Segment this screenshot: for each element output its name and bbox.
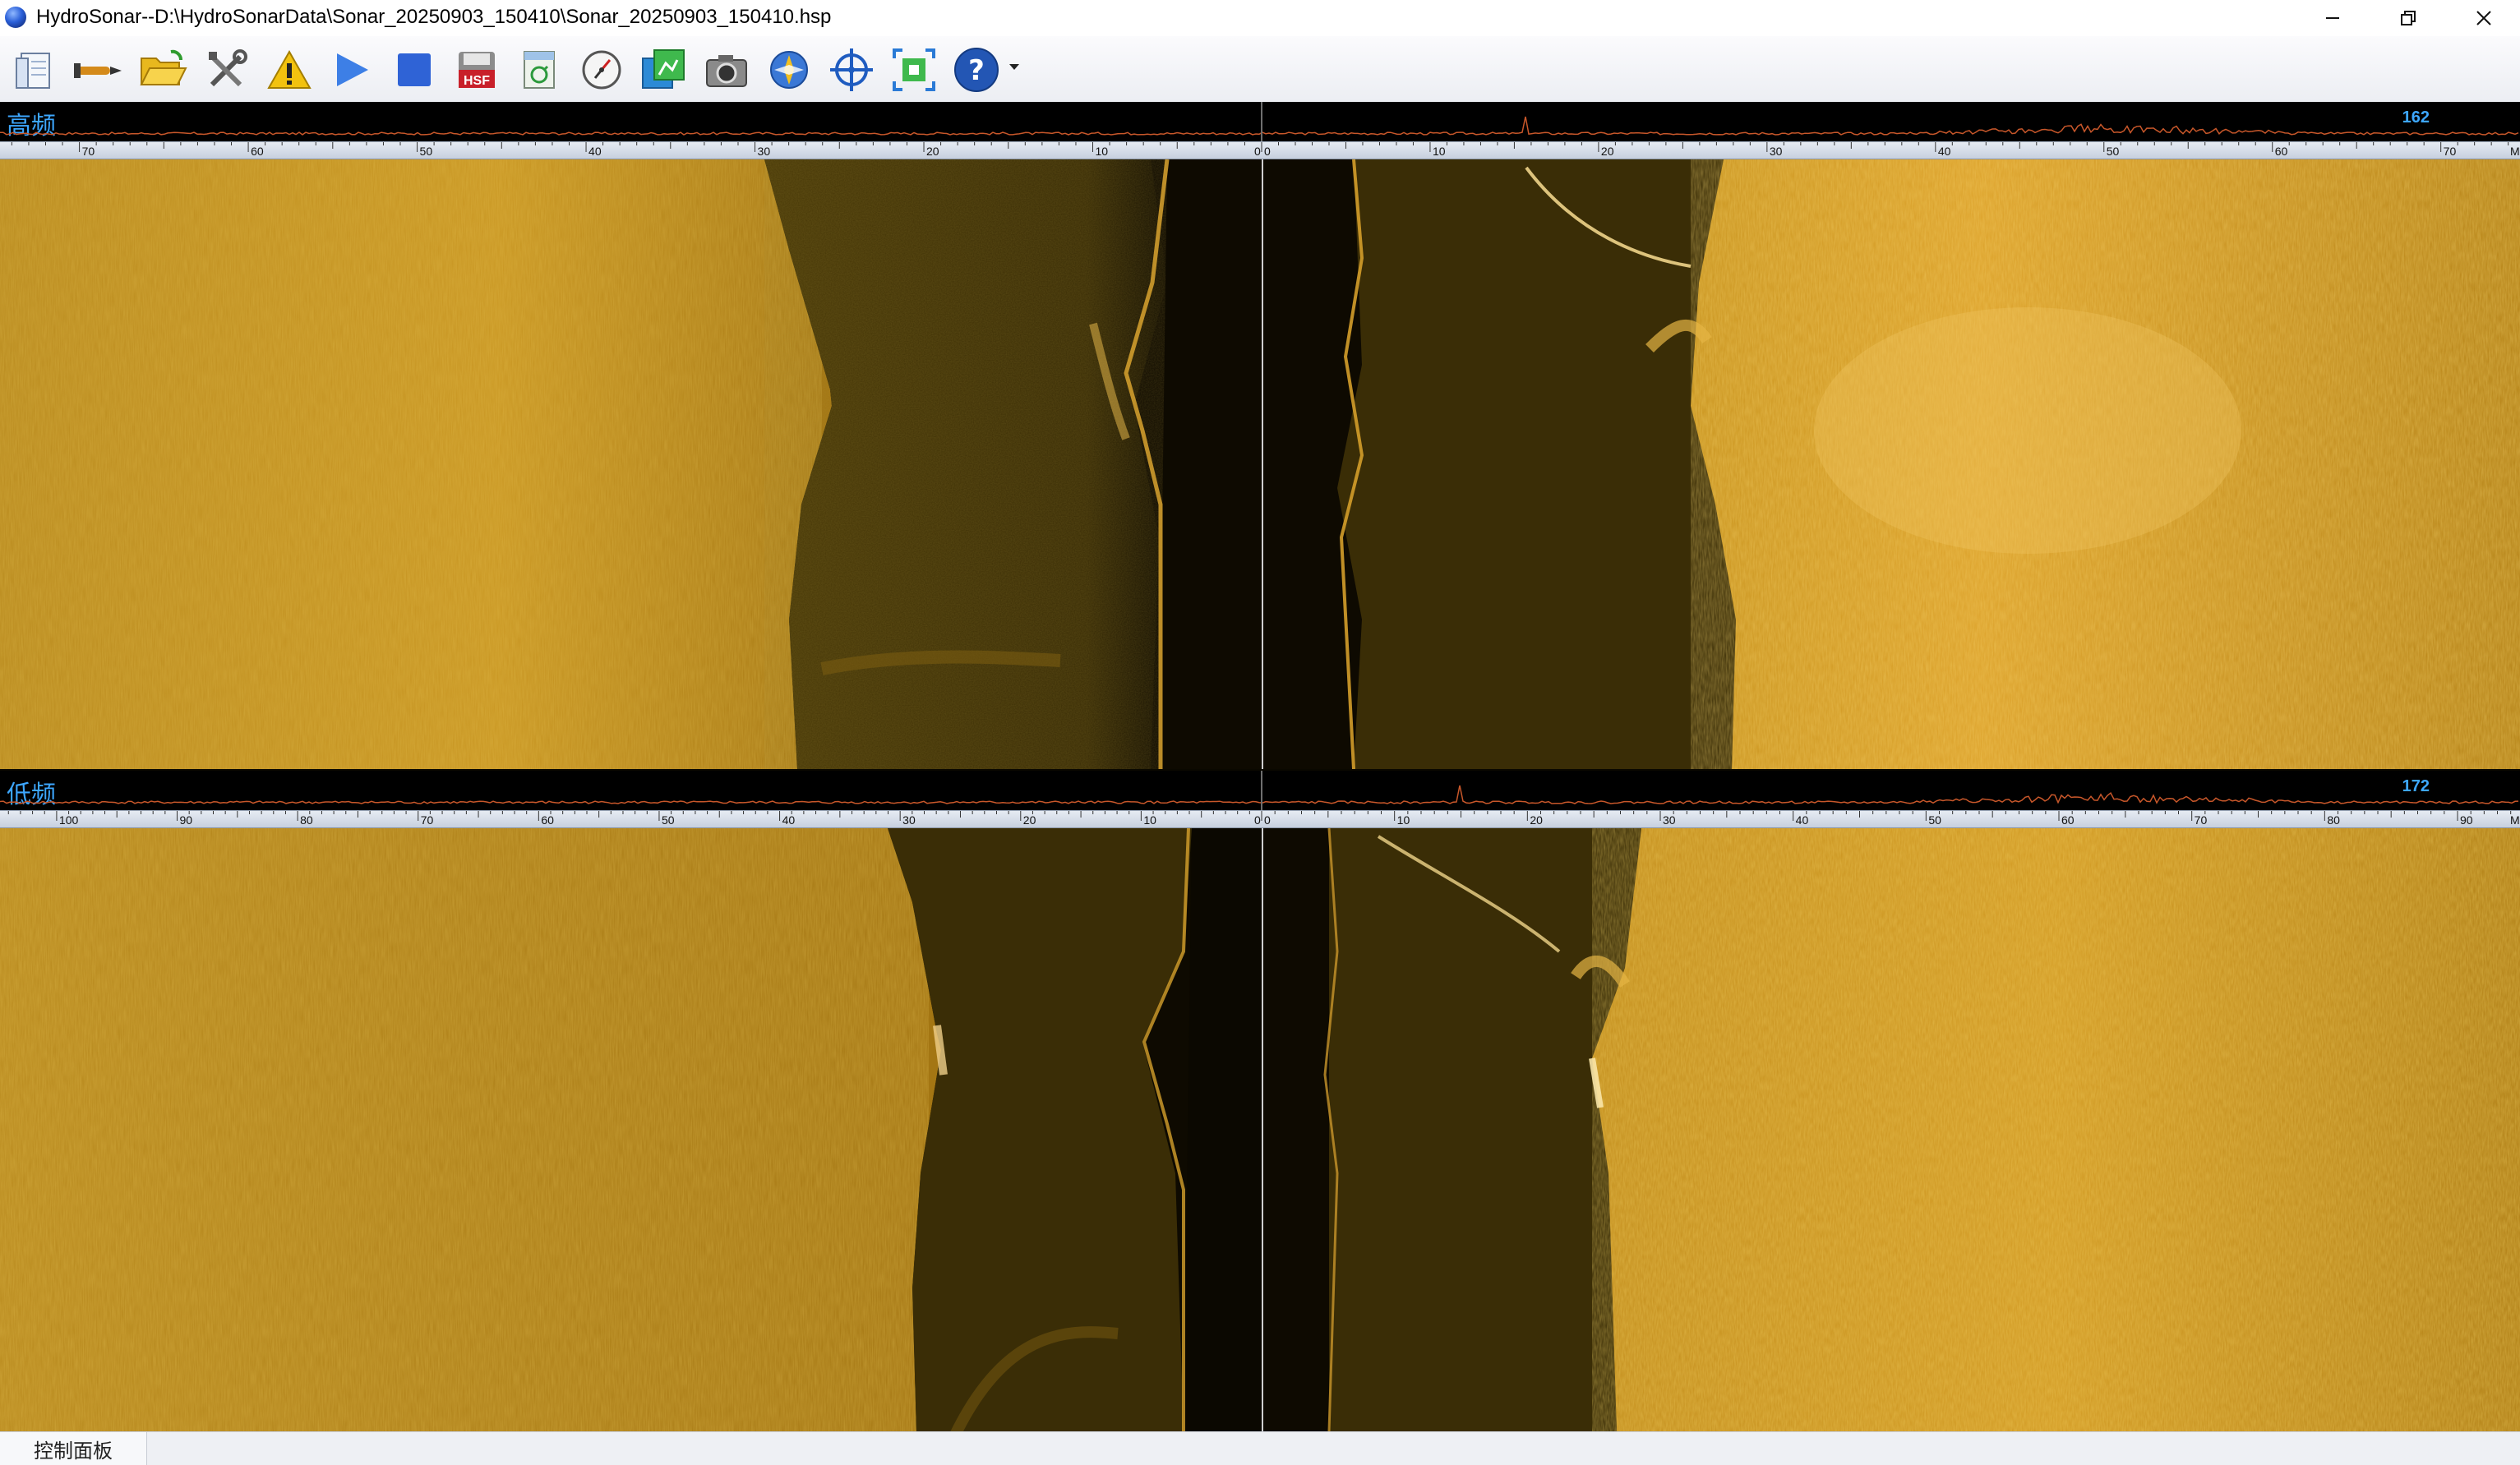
ruler-label: 50 xyxy=(420,145,433,158)
ruler-label: 50 xyxy=(1928,813,1941,827)
ruler-label: 40 xyxy=(1938,145,1951,158)
ruler-unit-label: M xyxy=(2510,145,2520,158)
ruler-label: 80 xyxy=(300,813,313,827)
low-port-sonar-image xyxy=(0,828,1262,1431)
ruler-label: 40 xyxy=(1796,813,1809,827)
restore-icon[interactable] xyxy=(2370,0,2446,36)
window-title: HydroSonar--D:\HydroSonarData\Sonar_2025… xyxy=(36,6,832,28)
ruler-label: 30 xyxy=(758,145,771,158)
ruler-unit-label: M xyxy=(2510,813,2520,827)
ruler-label: 70 xyxy=(2195,813,2208,827)
ruler-label: 20 xyxy=(1601,145,1614,158)
ruler-label: 70 xyxy=(2444,145,2457,158)
stop-icon xyxy=(398,53,431,86)
ruler-label: 0 xyxy=(1264,145,1271,158)
ruler-label: 40 xyxy=(782,813,796,827)
low-amplitude-trace xyxy=(0,771,2519,810)
crosshair-icon xyxy=(830,48,873,91)
zoom-fit-button[interactable] xyxy=(888,44,940,95)
zoom-fit-icon xyxy=(893,48,935,91)
ruler-label: 40 xyxy=(588,145,602,158)
ruler-label: 10 xyxy=(1096,145,1109,158)
high-starboard-sonar-image xyxy=(1263,159,2520,769)
camera-icon xyxy=(706,55,747,87)
ruler-label: 100 xyxy=(59,813,79,827)
camera-button[interactable] xyxy=(700,44,753,95)
ruler-label: 80 xyxy=(2327,813,2340,827)
low-range-ruler: 100 90 80 70 60 50 40 30 20 10 0 0 10 20 30 40 50 60 70 80 9… xyxy=(0,810,2520,828)
low-starboard-sonar-image xyxy=(1263,828,2520,1431)
navigation-icon xyxy=(770,51,808,89)
ruler-label: 30 xyxy=(1770,145,1783,158)
low-center-divider xyxy=(1262,828,1263,1431)
high-center-divider xyxy=(1262,159,1263,769)
ruler-label: 70 xyxy=(421,813,434,827)
app-globe-icon xyxy=(5,7,26,28)
convert-xtf-button[interactable] xyxy=(513,44,565,95)
ruler-label: 10 xyxy=(1397,813,1410,827)
ruler-label: 60 xyxy=(251,145,264,158)
high-port-sonar-image xyxy=(0,159,1262,769)
ruler-label: 70 xyxy=(82,145,95,158)
open-folder-button[interactable] xyxy=(136,44,189,95)
navigation-button[interactable] xyxy=(763,44,815,95)
ruler-label: 20 xyxy=(926,145,939,158)
target-button[interactable] xyxy=(825,44,878,95)
ruler-label: 10 xyxy=(1143,813,1156,827)
ruler-label: 0 xyxy=(1254,813,1261,827)
low-freq-header: 低频 172 xyxy=(0,771,2520,810)
ruler-label: 50 xyxy=(2107,145,2120,158)
ruler-label: 90 xyxy=(2460,813,2473,827)
minimize-icon[interactable] xyxy=(2295,0,2370,36)
ruler-label: 30 xyxy=(1663,813,1676,827)
compass-icon xyxy=(582,50,621,90)
svg-text:HSF: HSF xyxy=(464,74,490,88)
ruler-label: 60 xyxy=(541,813,554,827)
status-strip: 控制面板 xyxy=(0,1431,2520,1465)
ruler-label: 50 xyxy=(662,813,675,827)
help-button[interactable]: ? xyxy=(950,44,1003,95)
ruler-label: 0 xyxy=(1264,813,1271,827)
ruler-label: 20 xyxy=(1023,813,1036,827)
toolbar: HSF ? xyxy=(0,36,2520,103)
help-icon: ? xyxy=(954,48,999,92)
ruler-label: 90 xyxy=(180,813,193,827)
map-overlay-button[interactable] xyxy=(638,44,690,95)
high-amplitude-trace xyxy=(0,102,2519,141)
high-range-ruler: 70 60 50 40 30 20 10 0 0 10 20 30 40 50 60 70 M xyxy=(0,141,2520,159)
settings-tools-button[interactable] xyxy=(201,44,253,95)
torpedo-icon xyxy=(74,63,122,78)
hsf-icon: HSF xyxy=(459,52,495,88)
svg-text:?: ? xyxy=(968,54,985,87)
compass-button[interactable] xyxy=(575,44,628,95)
new-file-button[interactable] xyxy=(10,44,62,95)
play-button[interactable] xyxy=(325,44,378,95)
ruler-label: 0 xyxy=(1254,145,1261,158)
close-icon[interactable] xyxy=(2446,0,2520,36)
warning-button[interactable] xyxy=(263,44,316,95)
xtf-icon xyxy=(524,51,555,89)
control-panel-tab[interactable]: 控制面板 xyxy=(0,1432,147,1465)
document-icon xyxy=(16,53,50,89)
map-icon xyxy=(642,49,685,89)
torpedo-button[interactable] xyxy=(72,44,125,95)
ruler-label: 20 xyxy=(1530,813,1543,827)
ruler-label: 60 xyxy=(2061,813,2075,827)
help-dropdown-icon[interactable] xyxy=(1009,64,1019,70)
ruler-label: 60 xyxy=(2275,145,2288,158)
high-freq-header: 高频 162 xyxy=(0,102,2520,141)
folder-open-icon xyxy=(140,49,187,85)
warning-icon xyxy=(267,49,312,89)
hsf-button[interactable]: HSF xyxy=(450,44,503,95)
ruler-label: 30 xyxy=(902,813,916,827)
tools-icon xyxy=(209,49,247,87)
stop-button[interactable] xyxy=(388,44,441,95)
play-icon xyxy=(337,53,368,86)
title-bar: HydroSonar--D:\HydroSonarData\Sonar_2025… xyxy=(0,0,2520,36)
ruler-label: 10 xyxy=(1433,145,1446,158)
